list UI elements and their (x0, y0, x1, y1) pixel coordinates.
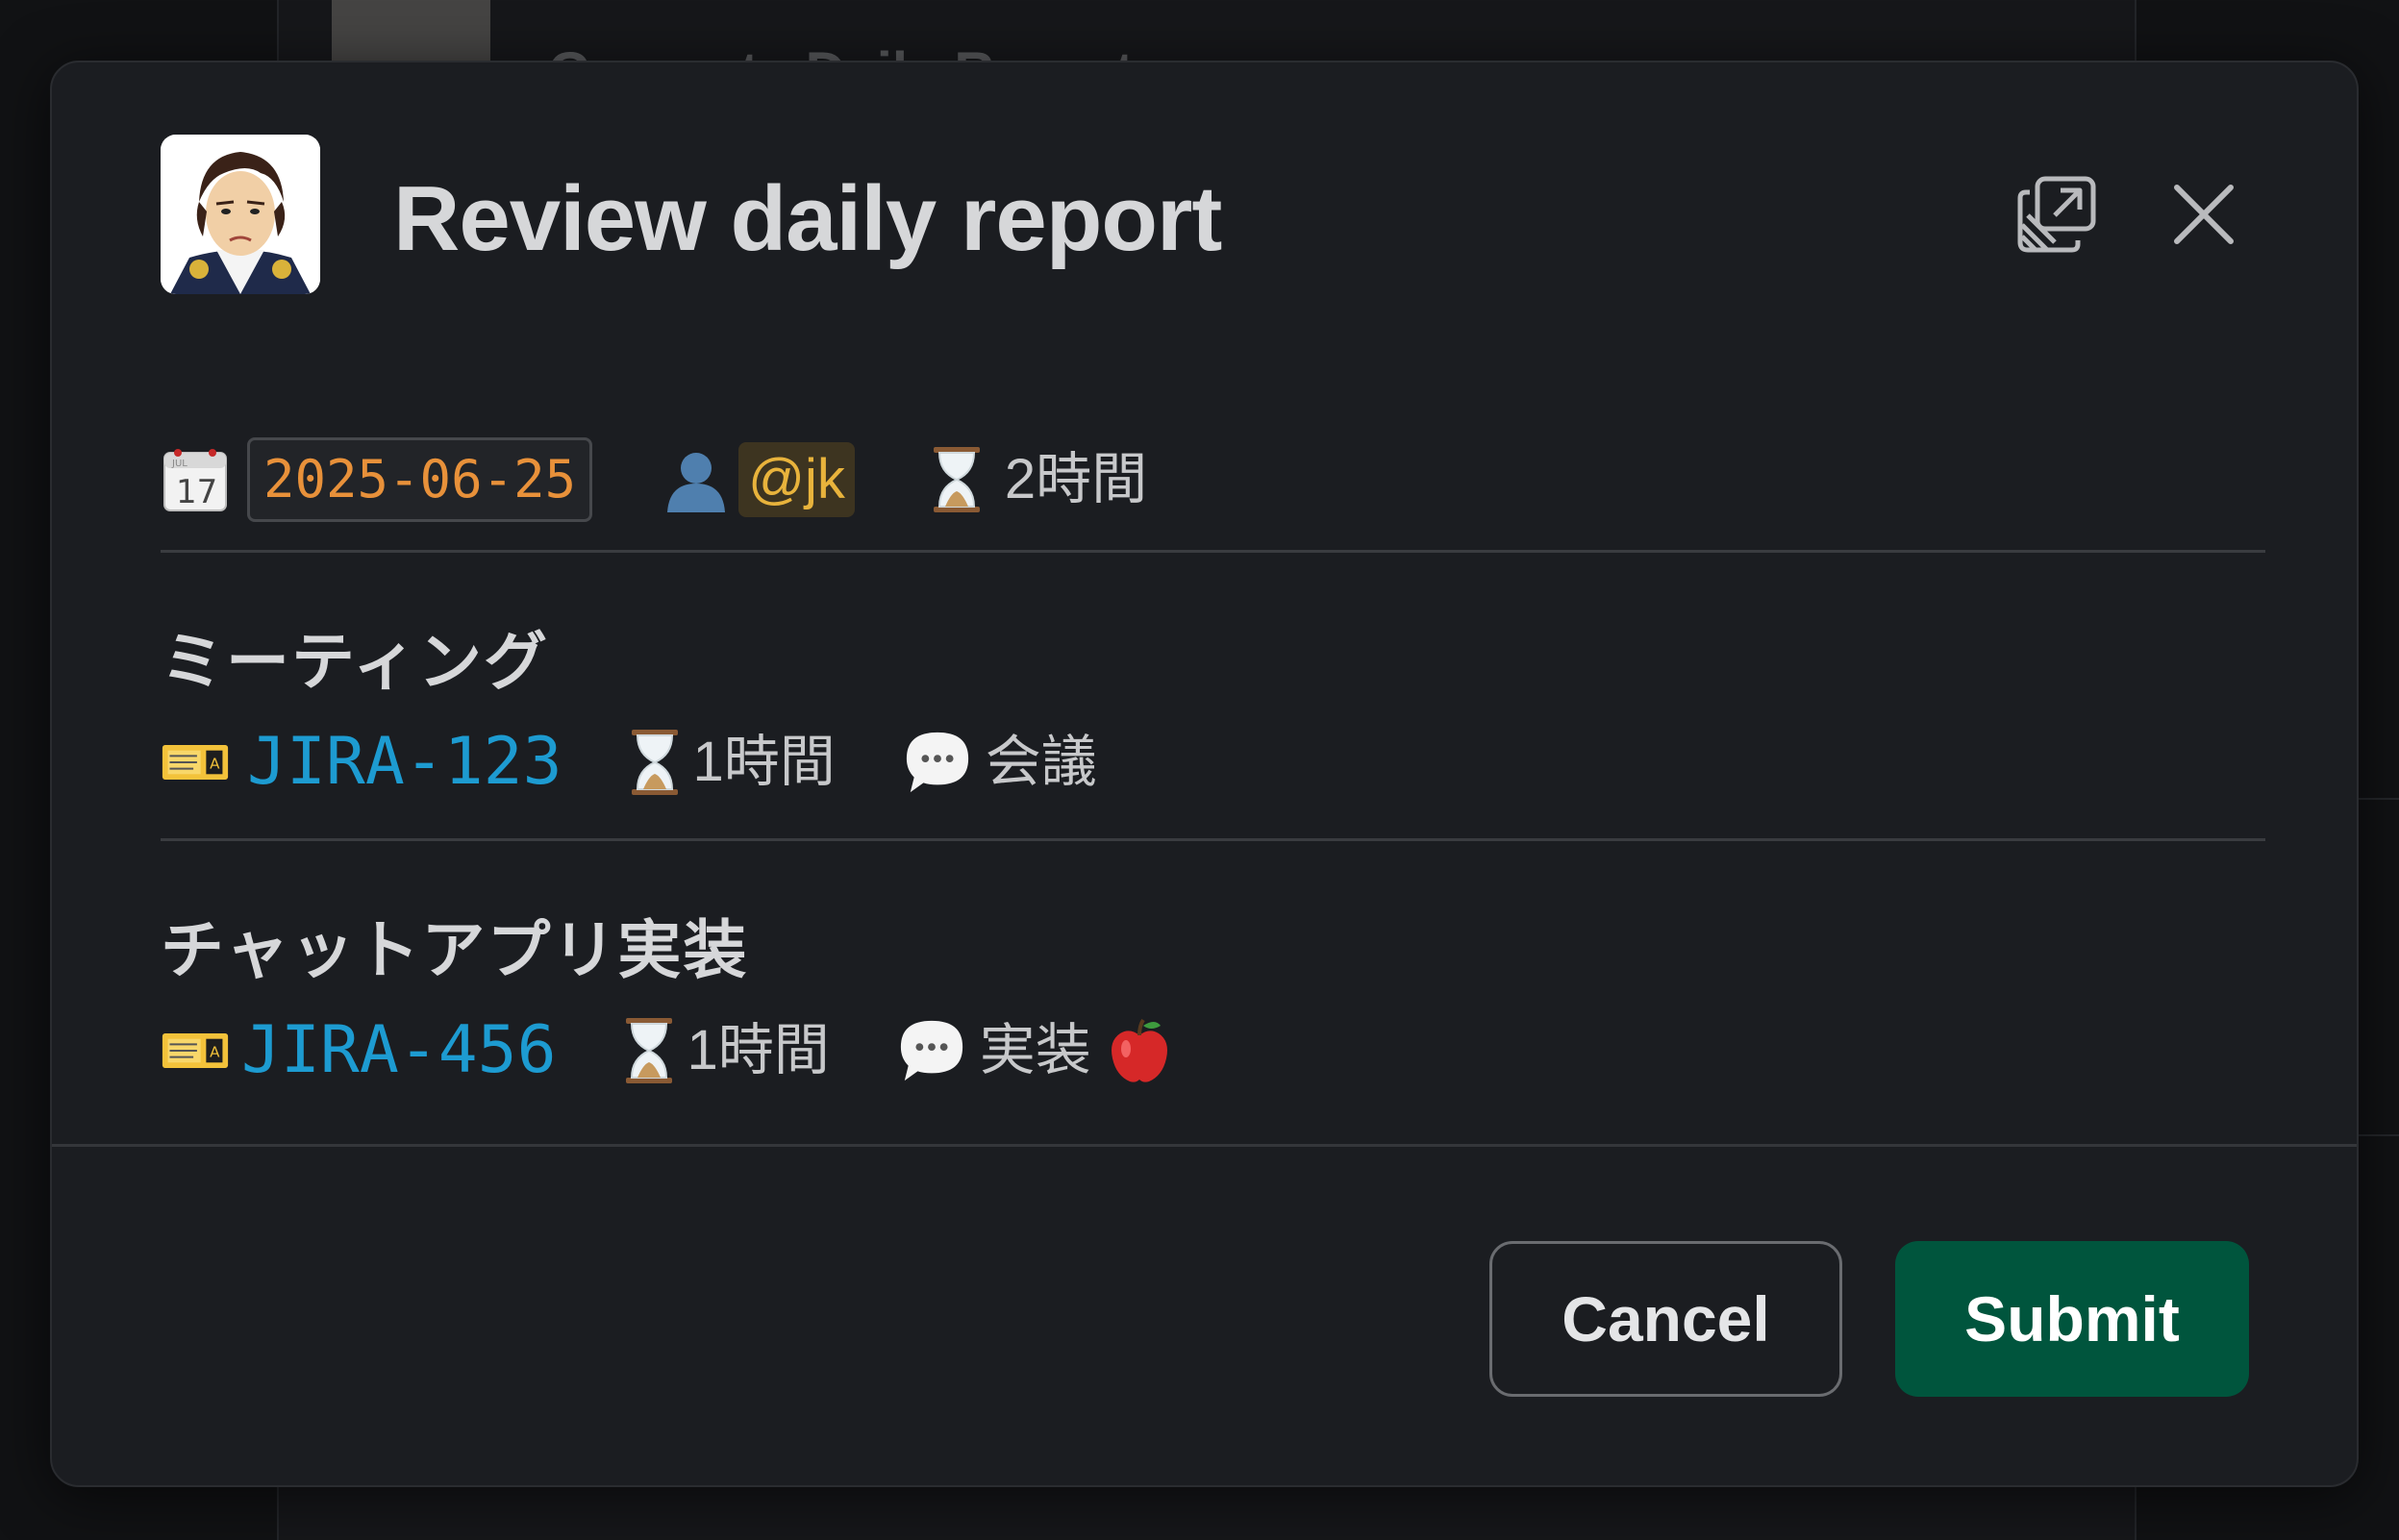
modal-header: Review daily report (52, 62, 2357, 351)
user-mention[interactable]: @jk (738, 441, 855, 517)
calendar-icon: JUL 17 (161, 445, 230, 514)
apple-icon (1105, 1016, 1174, 1085)
jira-ticket-link[interactable]: JIRA-123 (247, 730, 562, 795)
task-item: チャットアプリ実装 A JIRA-456 1時間 実装 (161, 841, 2265, 1130)
report-content: JUL 17 2025-06-25 @jk 2時間 ミーティング A JIRA-… (161, 409, 2265, 1130)
close-button[interactable] (2158, 170, 2250, 262)
hourglass-icon (614, 1016, 684, 1085)
task-item: ミーティング A JIRA-123 1時間 会議 (161, 553, 2265, 841)
footer-divider (52, 1144, 2357, 1147)
svg-text:A: A (210, 1044, 220, 1061)
task-title: ミーティング (161, 626, 550, 697)
submit-button[interactable]: Submit (1895, 1241, 2249, 1397)
ticket-icon: A (161, 1016, 230, 1085)
svg-text:17: 17 (176, 473, 217, 511)
task-title: チャットアプリ実装 (161, 914, 749, 985)
close-icon (2169, 180, 2238, 254)
task-comment: 会議 (985, 731, 1097, 793)
review-report-modal: Review daily report JUL 17 2025-06-25 @j… (50, 61, 2359, 1487)
task-details: A JIRA-456 1時間 実装 (161, 1012, 1174, 1089)
popout-icon (2016, 173, 2099, 261)
app-avatar (161, 135, 320, 294)
jira-ticket-link[interactable]: JIRA-456 (241, 1018, 557, 1083)
task-time: 1時間 (687, 1019, 830, 1081)
speech-bubble-icon (897, 1016, 966, 1085)
hourglass-icon (620, 728, 689, 797)
svg-text:JUL: JUL (171, 459, 187, 469)
cancel-button[interactable]: Cancel (1489, 1241, 1842, 1397)
ticket-icon: A (161, 728, 230, 797)
report-date[interactable]: 2025-06-25 (247, 436, 593, 522)
speech-bubble-icon (903, 728, 972, 797)
task-details: A JIRA-123 1時間 会議 (161, 724, 1097, 801)
task-time: 1時間 (692, 731, 836, 793)
popout-button[interactable] (2012, 170, 2104, 262)
bust-silhouette-icon (662, 445, 731, 514)
svg-text:A: A (210, 756, 220, 773)
modal-title: Review daily report (393, 167, 1222, 270)
task-comment: 実装 (979, 1019, 1091, 1081)
hourglass-icon (922, 445, 991, 514)
total-time: 2時間 (1004, 447, 1148, 510)
report-meta-row: JUL 17 2025-06-25 @jk 2時間 (161, 409, 2265, 553)
